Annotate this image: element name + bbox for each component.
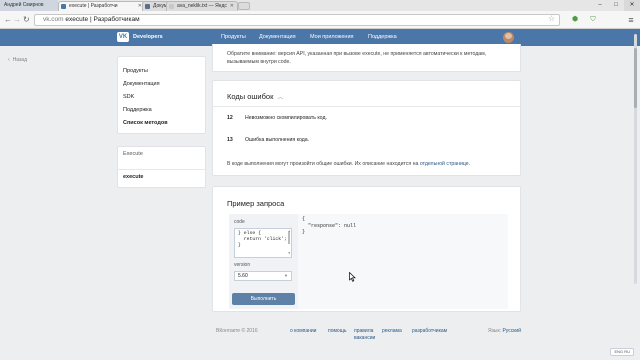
version-select[interactable]: 5.60 ▼ xyxy=(234,271,292,281)
subnav-item-execute[interactable]: execute xyxy=(118,169,205,183)
description-text: Обратите внимание: версия API, указанная… xyxy=(227,51,487,65)
tab-label: execute | Разработчи xyxy=(69,3,118,9)
browser-user-tab[interactable]: Андрей Смирнов xyxy=(0,0,58,11)
request-form: code } else { return 'click'; } ▲ ▼ vers… xyxy=(229,214,298,309)
page-footer: ВКонтакте © 2016 о компании помощь прави… xyxy=(212,326,521,344)
tab-execute[interactable]: execute | Разработчи ✕ xyxy=(58,1,146,11)
error-row: 12 Невозможно скомпилировать код. xyxy=(227,115,327,121)
code-line: return 'click'; xyxy=(238,237,287,242)
response-panel: { "response": null} xyxy=(298,214,508,309)
minimize-icon[interactable]: – xyxy=(592,0,608,11)
vk-logo-icon[interactable]: VK xyxy=(117,32,129,42)
file-favicon-icon xyxy=(169,4,174,9)
reload-icon[interactable]: ↻ xyxy=(23,15,30,25)
page-scrollbar-thumb[interactable] xyxy=(634,48,637,108)
keyboard-layout-badge[interactable]: ENG RU xyxy=(610,348,634,356)
star-icon[interactable]: ☆ xyxy=(548,14,555,24)
divider xyxy=(213,106,520,107)
error-code: 13 xyxy=(227,137,233,143)
footer-link-rules[interactable]: правила xyxy=(354,328,373,334)
menu-item-products[interactable]: Продукты xyxy=(118,65,205,78)
response-output: { "response": null} xyxy=(302,216,357,235)
error-codes-title[interactable]: Коды ошибок ︿ xyxy=(227,92,283,101)
code-textarea[interactable]: } else { return 'click'; } ▲ ▼ xyxy=(234,228,292,258)
hamburger-menu-icon[interactable]: ≡ xyxy=(626,15,636,25)
scroll-down-icon[interactable]: ▼ xyxy=(288,251,290,257)
back-link[interactable]: ‹ Назад xyxy=(8,57,27,63)
section-menu: Продукты Документация SDK Поддержка Спис… xyxy=(117,56,206,134)
errors-page-link[interactable]: отдельной странице xyxy=(420,161,469,167)
footer-link-jobs[interactable]: вакансии xyxy=(354,335,375,341)
footer-link-help[interactable]: помощь xyxy=(328,328,346,334)
footer-link-ads[interactable]: реклама xyxy=(382,328,402,334)
tab-text-file[interactable]: ava_neklik.txt — Яндс ✕ xyxy=(166,1,238,11)
chevron-left-icon: ‹ xyxy=(8,57,10,63)
chevron-down-icon: ▼ xyxy=(284,273,288,278)
request-example-section: Пример запроса code } else { return 'cli… xyxy=(212,186,521,312)
language-switch[interactable]: Язык: Русский xyxy=(488,328,521,334)
new-tab-button[interactable] xyxy=(238,2,250,10)
menu-item-methods[interactable]: Список методов xyxy=(118,117,205,130)
close-window-icon[interactable]: ✕ xyxy=(624,0,640,11)
request-example-title: Пример запроса xyxy=(227,199,285,208)
description-block: Обратите внимание: версия API, указанная… xyxy=(212,44,521,72)
window-controls: – □ ✕ xyxy=(592,0,640,11)
mouse-cursor-icon xyxy=(349,272,356,282)
extension-icon[interactable]: ⬢ xyxy=(570,15,580,25)
menu-item-docs[interactable]: Документация xyxy=(118,78,205,91)
code-line: } xyxy=(238,243,241,248)
version-label: version xyxy=(234,262,251,268)
error-note: В коде выполнения могут произойти общие … xyxy=(227,161,471,167)
error-text: Ошибка выполнения кода. xyxy=(245,137,310,143)
run-button[interactable]: Выполнить xyxy=(232,293,295,305)
error-row: 13 Ошибка выполнения кода. xyxy=(227,137,309,143)
address-title: execute | Разработчикам xyxy=(65,16,140,23)
textarea-scrollbar[interactable] xyxy=(288,232,290,244)
menu-item-support[interactable]: Поддержка xyxy=(118,104,205,117)
maximize-icon[interactable]: □ xyxy=(608,0,624,11)
back-arrow-icon[interactable]: ← xyxy=(4,15,12,25)
error-codes-section: Коды ошибок ︿ 12 Невозможно скомпилировать… xyxy=(212,80,521,176)
subnav-title[interactable]: Execute xyxy=(118,147,205,161)
footer-link-developers[interactable]: разработчикам xyxy=(412,328,447,334)
browser-titlebar: Андрей Смирнов execute | Разработчи ✕ До… xyxy=(0,0,640,11)
chevron-up-icon: ︿ xyxy=(277,95,284,101)
docs-favicon-icon xyxy=(145,4,150,9)
avatar[interactable] xyxy=(503,32,514,43)
tab-label: ava_neklik.txt — Яндс xyxy=(177,3,227,9)
brand-label[interactable]: Developers xyxy=(133,29,163,46)
footer-link-about[interactable]: о компании xyxy=(290,328,316,334)
address-bar[interactable]: vk.com execute | Разработчикам xyxy=(34,14,560,26)
copyright: ВКонтакте © 2016 xyxy=(216,328,258,334)
forward-arrow-icon[interactable]: → xyxy=(13,15,21,25)
error-code: 12 xyxy=(227,115,233,121)
shield-icon[interactable]: ⛉ xyxy=(588,15,598,25)
code-label: code xyxy=(234,219,245,225)
method-subnav: Execute execute xyxy=(117,146,206,188)
close-tab-icon[interactable]: ✕ xyxy=(230,2,234,11)
vk-favicon-icon xyxy=(61,4,66,9)
browser-toolbar: ← → ↻ vk.com execute | Разработчикам ☆ ⬢… xyxy=(0,11,640,29)
error-text: Невозможно скомпилировать код. xyxy=(245,115,327,121)
menu-item-sdk[interactable]: SDK xyxy=(118,91,205,104)
address-host: vk.com xyxy=(43,16,64,23)
